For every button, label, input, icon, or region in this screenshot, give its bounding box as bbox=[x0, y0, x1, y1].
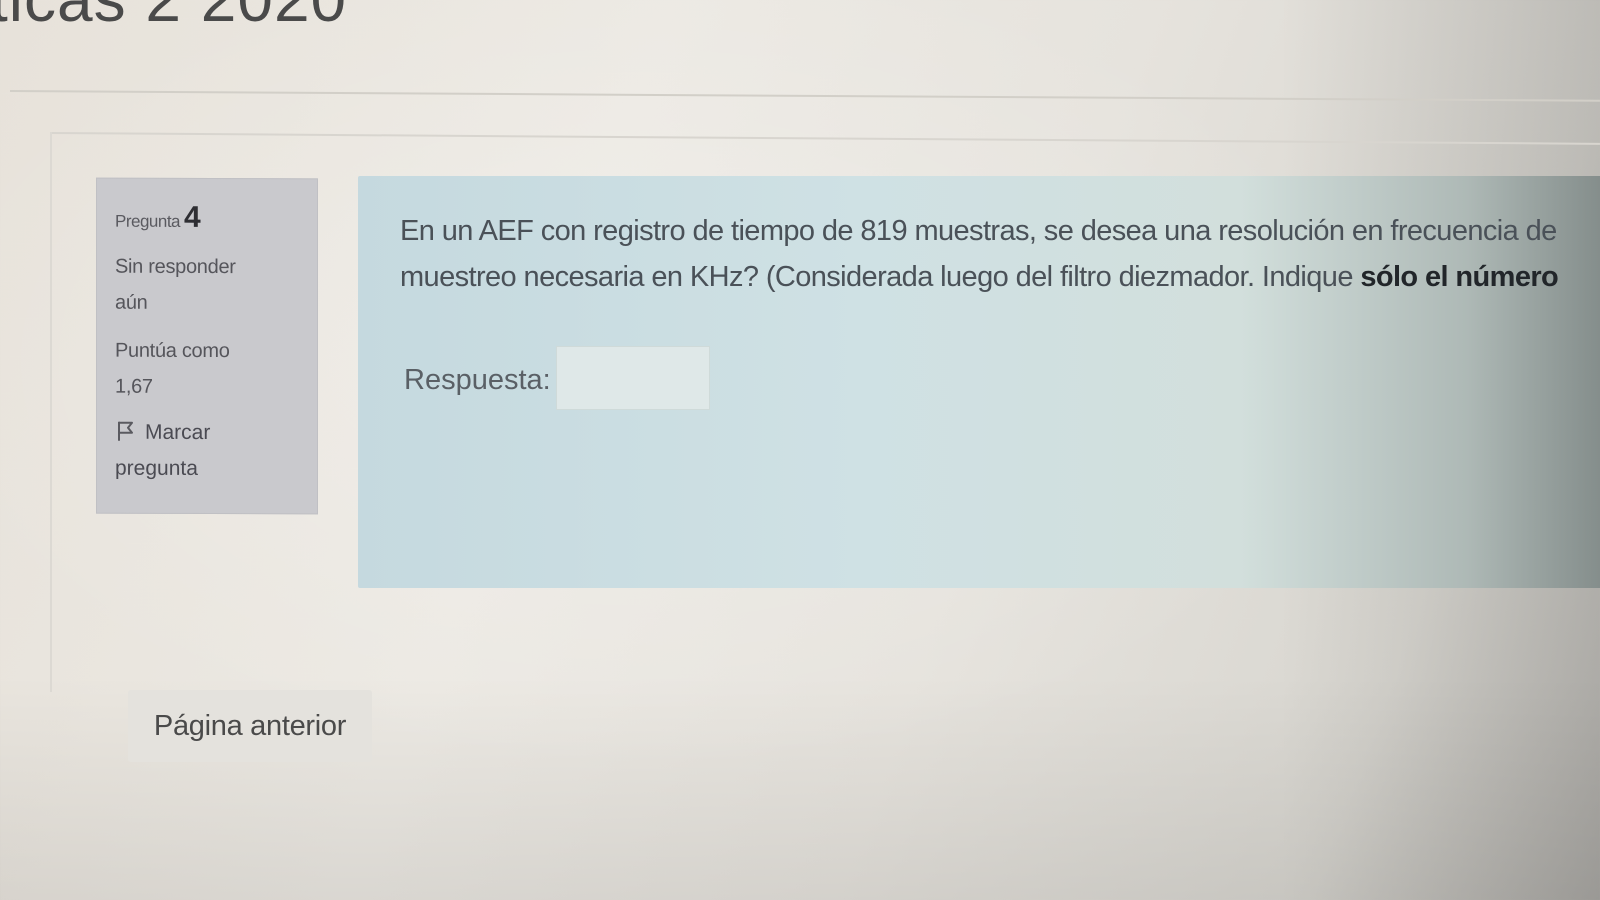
answer-input[interactable] bbox=[556, 346, 710, 410]
question-text: En un AEF con registro de tiempo de 819 … bbox=[400, 208, 1600, 300]
flag-icon[interactable] bbox=[115, 418, 137, 441]
question-state-line1: Sin responder bbox=[115, 255, 236, 279]
page-title: ticas 2 2020 bbox=[0, 0, 347, 36]
question-state: Sin responder aún bbox=[115, 249, 303, 322]
question-heading: Pregunta 4 bbox=[115, 201, 303, 236]
question-grade: Puntúa como 1,67 bbox=[115, 333, 303, 406]
question-text-line2: muestreo necesaria en KHz? (Considerada … bbox=[400, 261, 1361, 293]
flag-question-label-line1[interactable]: Marcar bbox=[145, 421, 210, 444]
previous-page-button[interactable]: Página anterior bbox=[128, 690, 372, 762]
region-left-border bbox=[50, 132, 52, 692]
flag-question-button[interactable]: Marcar pregunta bbox=[115, 415, 303, 488]
question-text-line1: En un AEF con registro de tiempo de 819 … bbox=[400, 215, 1557, 247]
question-number: 4 bbox=[184, 200, 201, 234]
header-divider bbox=[9, 90, 1600, 102]
flag-question-label-line2[interactable]: pregunta bbox=[115, 457, 198, 480]
question-content-panel: En un AEF con registro de tiempo de 819 … bbox=[358, 176, 1600, 588]
region-top-border bbox=[49, 132, 1600, 145]
question-text-emphasis: sólo el número bbox=[1360, 261, 1559, 293]
question-info-panel: Pregunta 4 Sin responder aún Puntúa como … bbox=[96, 177, 318, 515]
question-grade-label: Puntúa como bbox=[115, 339, 230, 363]
question-state-line2: aún bbox=[115, 291, 148, 314]
answer-label: Respuesta: bbox=[404, 364, 551, 396]
question-heading-label: Pregunta bbox=[115, 211, 180, 231]
question-grade-value: 1,67 bbox=[115, 375, 153, 398]
